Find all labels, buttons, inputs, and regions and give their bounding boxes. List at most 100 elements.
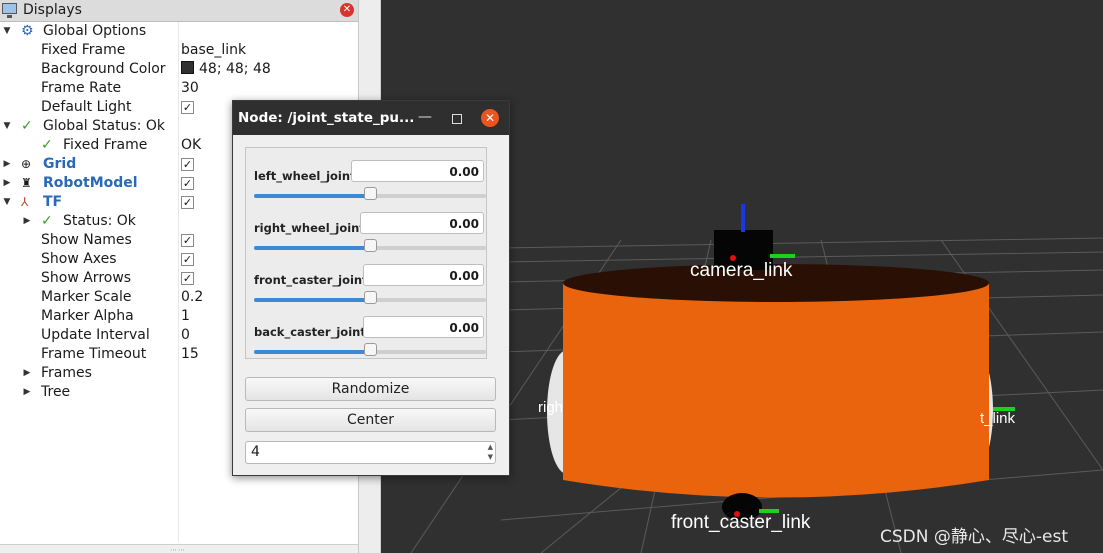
joint-slider-handle[interactable] [364,343,377,356]
row-label: Show Axes [41,251,117,267]
chevron-down-icon[interactable]: ▼ [2,22,12,41]
joint-value-field[interactable]: 0.00 [363,264,484,286]
row-label: Status: Ok [63,213,136,229]
tree-row-fixed-frame[interactable]: Fixed Frame base_link [0,41,358,60]
displays-header: Displays ✕ [0,0,358,22]
chevron-right-icon[interactable]: ▶ [2,174,12,193]
tf-checkbox[interactable]: ✓ [181,196,194,209]
row-count-spinbox[interactable]: 4 ▲ ▼ [245,441,496,464]
joint-back-caster: back_caster_joint 0.00 [246,314,486,366]
joint-label: front_caster_joint [254,273,368,287]
chevron-down-icon[interactable]: ▼ [2,193,12,212]
right-wheel-link-label: righ [538,399,563,416]
window-titlebar[interactable]: Node: /joint_state_pu... — ✕ [233,101,509,135]
resize-grip-icon[interactable]: ⋯⋯ [170,546,186,553]
joint-group: left_wheel_joint 0.00 right_wheel_joint … [245,147,487,359]
left-wheel-link-label: t_link [980,410,1016,427]
row-value[interactable]: 30 [181,79,199,98]
spinbox-value: 4 [251,444,260,460]
default-light-checkbox[interactable]: ✓ [181,101,194,114]
gear-icon: ⚙ [21,23,34,39]
row-label: Update Interval [41,327,150,343]
row-label: Frames [41,365,92,381]
checkmark-icon: ✓ [41,137,53,153]
joint-slider-handle[interactable] [364,187,377,200]
maximize-icon[interactable] [452,114,462,124]
color-swatch [181,61,194,74]
watermark: CSDN @静心、尽心-est [880,527,1068,547]
robotmodel-checkbox[interactable]: ✓ [181,177,194,190]
slider-fill [254,298,370,302]
row-label: Fixed Frame [63,137,148,153]
row-value[interactable]: 1 [181,307,190,326]
row-value[interactable]: 48; 48; 48 [181,60,271,79]
robot-icon: ♜ [21,176,32,190]
row-value: OK [181,137,202,153]
show-names-checkbox[interactable]: ✓ [181,234,194,247]
row-label: Frame Timeout [41,346,147,362]
tree-row-global-options[interactable]: ▼ ⚙ Global Options [0,22,358,41]
chevron-right-icon[interactable]: ▶ [22,364,32,383]
row-label: TF [43,194,63,210]
joint-state-publisher-window: Node: /joint_state_pu... — ✕ left_wheel_… [232,100,510,476]
chevron-right-icon[interactable]: ▶ [2,155,12,174]
show-axes-checkbox[interactable]: ✓ [181,253,194,266]
joint-left-wheel: left_wheel_joint 0.00 [246,158,486,210]
joint-slider-handle[interactable] [364,239,377,252]
camera-link-label: camera_link [690,260,793,281]
row-label: Show Arrows [41,270,132,286]
show-arrows-checkbox[interactable]: ✓ [181,272,194,285]
spin-down-icon[interactable]: ▼ [488,453,493,461]
window-title: Node: /joint_state_pu... [238,110,415,126]
row-label: Grid [43,156,77,172]
close-icon[interactable]: ✕ [481,109,499,127]
joint-value-field[interactable]: 0.00 [363,316,484,338]
joint-slider-handle[interactable] [364,291,377,304]
row-label: Default Light [41,99,132,115]
joint-value-field[interactable]: 0.00 [360,212,484,234]
minimize-icon[interactable]: — [418,109,432,125]
row-label: RobotModel [43,175,138,191]
center-button[interactable]: Center [245,408,496,432]
joint-label: left_wheel_joint [254,169,356,183]
joint-value-field[interactable]: 0.00 [351,160,484,182]
row-label: Frame Rate [41,80,122,96]
close-icon[interactable]: ✕ [340,3,354,17]
row-label: Show Names [41,232,132,248]
joint-front-caster: front_caster_joint 0.00 [246,262,486,314]
checkmark-icon: ✓ [21,118,33,134]
displays-title: Displays [23,2,82,18]
slider-fill [254,350,370,354]
tree-row-background-color[interactable]: Background Color 48; 48; 48 [0,60,358,79]
grid-checkbox[interactable]: ✓ [181,158,194,171]
row-value[interactable]: base_link [181,41,246,60]
row-label: Fixed Frame [41,42,126,58]
slider-fill [254,246,370,250]
spin-up-icon[interactable]: ▲ [488,443,493,451]
row-label: Global Options [43,23,147,39]
color-value: 48; 48; 48 [199,61,271,77]
row-value[interactable]: 0.2 [181,288,203,307]
joint-label: right_wheel_joint [254,221,365,235]
joint-right-wheel: right_wheel_joint 0.00 [246,210,486,262]
grid-icon: ⊕ [21,157,32,171]
slider-fill [254,194,370,198]
front-caster-link-label: front_caster_link [671,512,811,533]
row-label: Background Color [41,61,166,77]
chevron-right-icon[interactable]: ▶ [22,383,32,402]
joint-label: back_caster_joint [254,325,366,339]
monitor-icon [2,3,17,18]
checkmark-icon: ✓ [41,213,53,229]
robot-base [563,264,989,498]
randomize-button[interactable]: Randomize [245,377,496,401]
row-label: Tree [41,384,71,400]
chevron-down-icon[interactable]: ▼ [2,117,12,136]
chevron-right-icon[interactable]: ▶ [22,212,32,231]
axes-icon: ⅄ [21,195,29,209]
tree-row-frame-rate[interactable]: Frame Rate 30 [0,79,358,98]
row-value[interactable]: 15 [181,345,199,364]
row-value[interactable]: 0 [181,326,190,345]
row-label: Marker Alpha [41,308,134,324]
row-label: Marker Scale [41,289,132,305]
row-label: Global Status: Ok [43,118,166,134]
